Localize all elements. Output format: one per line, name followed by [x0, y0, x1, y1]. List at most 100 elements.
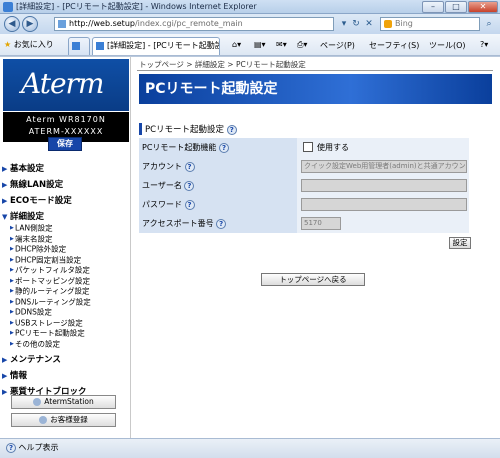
sidebar-subitem-ddns[interactable]: ▶DDNS設定	[2, 307, 130, 318]
customer-register-button[interactable]: お客様登録	[11, 413, 116, 427]
help-icon[interactable]: ?	[218, 142, 229, 153]
row-value: クイック設定Web用管理者(admin)と共通アカウント	[297, 157, 469, 176]
sidebar: Aterm Aterm WR8170N ATERM-XXXXXX 保存 ▶ 基本設…	[0, 57, 131, 439]
minimize-button[interactable]: –	[422, 1, 444, 13]
forward-button[interactable]: ▶	[22, 16, 38, 32]
menu-page[interactable]: ページ(P)	[320, 40, 355, 51]
help-link-label: ヘルプ表示	[18, 443, 59, 452]
sidebar-item-advanced[interactable]: ▼ 詳細設定	[2, 210, 130, 223]
favorites-button[interactable]: ★ お気に入り	[4, 39, 54, 50]
row-label-text: アカウント	[142, 162, 182, 171]
use-checkbox[interactable]	[303, 142, 313, 152]
row-label: ユーザー名 ?	[139, 176, 297, 195]
save-button[interactable]: 保存	[48, 137, 82, 151]
sidebar-item-eco[interactable]: ▶ ECOモード設定	[2, 194, 130, 210]
row-label-text: PCリモート起動機能	[142, 143, 217, 152]
account-select-value: クイック設定Web用管理者(admin)と共通アカウント	[304, 162, 467, 170]
grid-icon	[72, 42, 80, 50]
maximize-button[interactable]: □	[445, 1, 467, 13]
sidebar-subitem-dhcp-exclude[interactable]: ▶DHCP除外設定	[2, 244, 130, 255]
sidebar-subitem-dhcp-fixed[interactable]: ▶DHCP固定割当設定	[2, 255, 130, 266]
sidebar-subitem-lan[interactable]: ▶LAN側設定	[2, 223, 130, 234]
status-bar: ? ヘルプ表示	[0, 438, 500, 458]
triangle-icon: ▶	[2, 197, 8, 205]
help-icon[interactable]: ?	[184, 161, 195, 172]
sidebar-subitem-static-routing[interactable]: ▶静的ルーティング設定	[2, 286, 130, 297]
sidebar-item-label: 情報	[10, 371, 28, 381]
close-button[interactable]: ✕	[468, 1, 498, 13]
sidebar-subitem-label: パケットフィルタ設定	[15, 265, 90, 275]
circle-icon	[39, 416, 48, 424]
row-label-text: ユーザー名	[142, 181, 182, 190]
favorites-label: お気に入り	[13, 40, 54, 49]
sidebar-item-maintenance[interactable]: ▶ メンテナンス	[2, 353, 130, 369]
triangle-icon: ▶	[2, 165, 8, 173]
help-icon[interactable]: ?	[184, 180, 195, 191]
help-icon[interactable]: ?▾	[480, 40, 488, 49]
page-icon	[58, 20, 66, 28]
circle-icon	[33, 398, 42, 406]
help-icon[interactable]: ?	[216, 218, 227, 229]
sidebar-item-label: 詳細設定	[10, 212, 45, 222]
triangle-icon: ▶	[2, 181, 8, 189]
mail-icon[interactable]: ✉▾	[276, 40, 287, 49]
menu-tools[interactable]: ツール(O)	[429, 40, 466, 51]
page-content: Aterm Aterm WR8170N ATERM-XXXXXX 保存 ▶ 基本設…	[0, 56, 500, 439]
url-field[interactable]: http://web.setup/index.cgi/pc_remote_mai…	[54, 17, 334, 31]
quick-tabs-button[interactable]	[68, 37, 90, 55]
sidebar-subitem-label: DDNS設定	[15, 307, 52, 317]
account-select[interactable]: クイック設定Web用管理者(admin)と共通アカウント	[301, 160, 467, 173]
print-icon[interactable]: ⎙▾	[297, 40, 307, 50]
back-to-top-button[interactable]: トップページへ戻る	[261, 273, 365, 286]
access-port-input[interactable]: 5170	[301, 217, 341, 230]
sidebar-subitem-label: LAN側設定	[15, 223, 53, 233]
sidebar-subitem-pc-remote[interactable]: ▶PCリモート起動設定	[2, 328, 130, 339]
sidebar-subitem-label: USBストレージ設定	[15, 317, 83, 327]
sidebar-subitem-dns-routing[interactable]: ▶DNSルーティング設定	[2, 297, 130, 308]
row-access-port: アクセスポート番号 ? 5170	[139, 214, 469, 233]
window-controls: – □ ✕	[422, 1, 498, 13]
row-account: アカウント ? クイック設定Web用管理者(admin)と共通アカウント	[139, 157, 469, 176]
sidebar-subitem-port-mapping[interactable]: ▶ポートマッピング設定	[2, 276, 130, 287]
help-icon[interactable]: ?	[226, 124, 237, 135]
row-label-text: パスワード	[142, 200, 182, 209]
menu-safety[interactable]: セーフティ(S)	[369, 40, 419, 51]
favorites-bar: ★ お気に入り [詳細設定] - [PCリモート起動設定] ⌂▾ ▤▾ ✉▾ ⎙…	[0, 34, 500, 56]
sidebar-subitem-packet-filter[interactable]: ▶パケットフィルタ設定	[2, 265, 130, 276]
back-button[interactable]: ◀	[4, 16, 20, 32]
sidebar-subitem-label: PCリモート起動設定	[15, 328, 85, 338]
sidebar-item-info[interactable]: ▶ 情報	[2, 369, 130, 385]
aterm-logo: Aterm	[3, 59, 129, 111]
password-input[interactable]	[301, 198, 467, 211]
ie-icon	[3, 2, 13, 12]
row-pc-remote: PCリモート起動機能 ? 使用する	[139, 138, 469, 157]
aterm-station-label: AtermStation	[44, 397, 94, 406]
sidebar-subitem-label: DHCP固定割当設定	[15, 254, 82, 264]
search-placeholder: Bing	[395, 19, 413, 28]
feeds-icon[interactable]: ▤▾	[254, 40, 266, 49]
sidebar-subitem-usb[interactable]: ▶USBストレージ設定	[2, 318, 130, 329]
stop-icon[interactable]: ✕	[363, 18, 375, 30]
username-input[interactable]	[301, 179, 467, 192]
row-label: PCリモート起動機能 ?	[139, 138, 297, 157]
compat-icon[interactable]: ▾	[338, 18, 350, 30]
help-link[interactable]: ? ヘルプ表示	[6, 442, 59, 453]
sidebar-subitem-terminal[interactable]: ▶端末名設定	[2, 234, 130, 245]
sidebar-item-wireless[interactable]: ▶ 無線LAN設定	[2, 178, 130, 194]
sidebar-item-basic[interactable]: ▶ 基本設定	[2, 162, 130, 178]
use-checkbox-label[interactable]: 使用する	[317, 138, 349, 157]
sidebar-item-label: 基本設定	[10, 164, 45, 174]
refresh-icon[interactable]: ↻	[350, 18, 362, 30]
search-input[interactable]: Bing	[380, 17, 480, 31]
page-icon	[96, 42, 104, 50]
help-icon[interactable]: ?	[184, 199, 195, 210]
set-button[interactable]: 設定	[449, 237, 471, 249]
sidebar-subitem-label: DHCP除外設定	[15, 244, 67, 254]
section-title: PCリモート起動設定 ?	[139, 123, 237, 135]
tab-active[interactable]: [詳細設定] - [PCリモート起動設定]	[92, 37, 220, 55]
aterm-station-button[interactable]: AtermStation	[11, 395, 116, 409]
home-icon[interactable]: ⌂▾	[232, 40, 241, 49]
breadcrumb[interactable]: トップページ > 詳細設定 > PCリモート起動設定	[139, 59, 306, 70]
sidebar-subitem-other[interactable]: ▶その他の設定	[2, 339, 130, 350]
search-icon[interactable]: ⌕	[482, 18, 496, 30]
